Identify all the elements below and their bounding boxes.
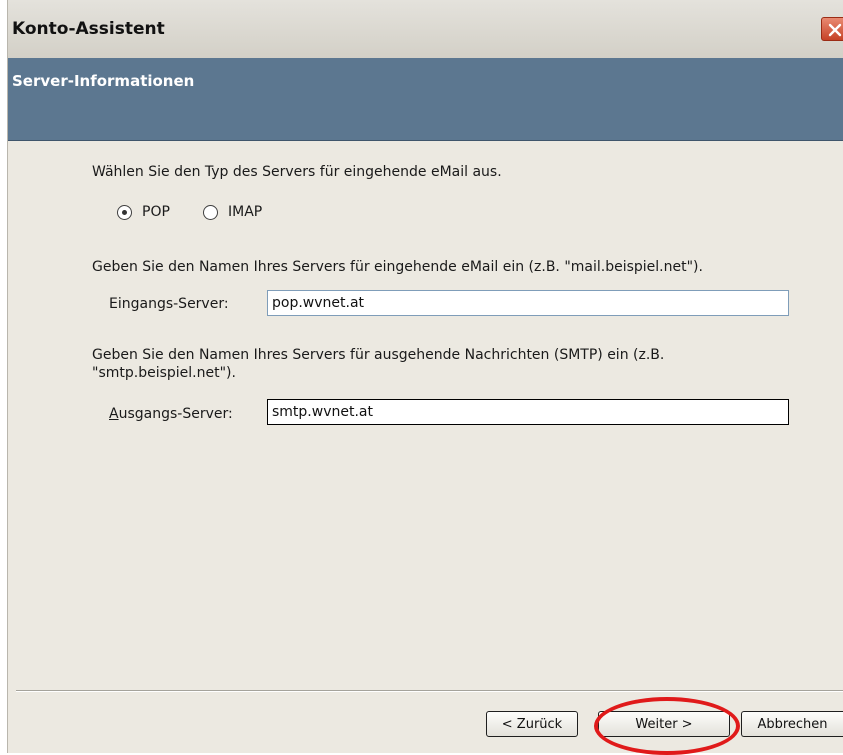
footer-separator — [16, 690, 843, 692]
back-button[interactable]: < Zurück — [486, 711, 578, 737]
wizard-content: Wählen Sie den Typ des Servers für einge… — [8, 141, 843, 691]
close-icon — [828, 23, 842, 37]
incoming-type-prompt: Wählen Sie den Typ des Servers für einge… — [92, 164, 502, 180]
account-wizard-window: Konto-Assistent Server-Informationen Wäh… — [8, 0, 843, 755]
incoming-server-prompt: Geben Sie den Namen Ihres Servers für ei… — [92, 259, 703, 275]
radio-pop[interactable]: POP — [117, 204, 170, 220]
incoming-server-input[interactable] — [267, 290, 789, 316]
incoming-server-label: Eingangs-Server: — [109, 296, 229, 312]
next-button[interactable]: Weiter > — [598, 711, 730, 737]
page-header-banner: Server-Informationen — [8, 58, 843, 141]
radio-pop-indicator[interactable] — [117, 204, 132, 220]
radio-pop-label: POP — [142, 204, 170, 220]
outgoing-label-rest: usgangs-Server: — [118, 406, 233, 422]
page-title: Server-Informationen — [12, 72, 195, 90]
window-title: Konto-Assistent — [12, 19, 165, 39]
outgoing-server-label: Ausgangs-Server: — [109, 406, 233, 422]
outgoing-server-input[interactable] — [267, 399, 789, 425]
cancel-button[interactable]: Abbrechen — [741, 711, 843, 737]
outgoing-label-accesskey: A — [109, 406, 119, 422]
outgoing-server-prompt: Geben Sie den Namen Ihres Servers für au… — [92, 347, 665, 381]
radio-imap-indicator[interactable] — [203, 204, 218, 220]
close-button[interactable] — [821, 17, 843, 41]
radio-imap-label: IMAP — [228, 204, 263, 220]
radio-imap[interactable]: IMAP — [203, 204, 262, 220]
title-bar[interactable]: Konto-Assistent — [8, 0, 843, 59]
